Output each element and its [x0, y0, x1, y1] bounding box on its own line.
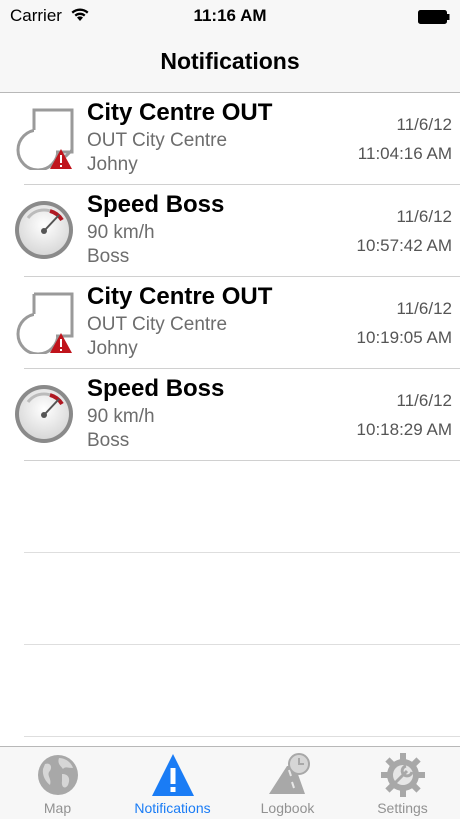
notifications-list[interactable]: City Centre OUT OUT City Centre Johny 11…	[0, 93, 460, 461]
clock: 11:16 AM	[193, 6, 267, 25]
notification-date: 11/6/12	[396, 115, 452, 134]
notification-date: 11/6/12	[396, 299, 452, 318]
navigation-bar: Notifications	[0, 34, 460, 93]
notification-detail: 90 km/h	[87, 406, 155, 427]
tab-label: Notifications	[134, 800, 211, 816]
road-clock-icon	[265, 752, 311, 798]
notification-title: Speed Boss	[87, 191, 225, 218]
tab-label: Map	[43, 800, 72, 816]
tab-notifications[interactable]: Notifications	[115, 747, 230, 819]
zone-alert-icon	[12, 290, 76, 356]
notification-title: Speed Boss	[87, 375, 225, 402]
globe-icon	[35, 752, 81, 798]
warning-icon	[150, 752, 196, 798]
notification-detail: 90 km/h	[87, 222, 155, 243]
notification-title: City Centre OUT	[87, 283, 273, 310]
notification-time: 10:18:29 AM	[356, 420, 452, 439]
page-title: Notifications	[160, 48, 300, 74]
speedometer-icon	[12, 382, 76, 446]
tab-label: Settings	[377, 800, 428, 816]
notification-driver: Johny	[87, 338, 138, 359]
empty-row-divider	[24, 644, 460, 645]
gear-wrench-icon	[380, 752, 426, 798]
tab-logbook[interactable]: Logbook	[230, 747, 345, 819]
notification-detail: OUT City Centre	[87, 314, 228, 335]
notification-driver: Boss	[87, 246, 130, 267]
zone-alert-icon	[12, 106, 76, 172]
notification-time: 11:04:16 AM	[357, 144, 452, 163]
tab-label: Logbook	[260, 800, 315, 816]
tab-bar: Map Notifications Logbook Settings	[0, 746, 460, 819]
notification-time: 10:19:05 AM	[356, 328, 452, 347]
list-item[interactable]: City Centre OUT OUT City Centre Johny 11…	[16, 93, 460, 185]
tab-map[interactable]: Map	[0, 747, 115, 819]
empty-row-divider	[24, 552, 460, 553]
list-item[interactable]: Speed Boss 90 km/h Boss 11/6/12 10:18:29…	[15, 369, 460, 461]
notification-time: 10:57:42 AM	[356, 236, 452, 255]
notification-driver: Johny	[87, 154, 138, 175]
notification-date: 11/6/12	[396, 207, 452, 226]
tab-settings[interactable]: Settings	[345, 747, 460, 819]
battery-icon	[418, 9, 450, 24]
empty-row-divider	[24, 736, 460, 737]
status-bar: Carrier 11:16 AM	[0, 0, 460, 34]
list-item[interactable]: City Centre OUT OUT City Centre Johny 11…	[16, 277, 460, 369]
notification-title: City Centre OUT	[87, 99, 273, 126]
notification-driver: Boss	[87, 430, 130, 451]
list-item[interactable]: Speed Boss 90 km/h Boss 11/6/12 10:57:42…	[15, 185, 460, 277]
notification-date: 11/6/12	[396, 391, 452, 410]
notification-detail: OUT City Centre	[87, 130, 228, 151]
speedometer-icon	[12, 198, 76, 262]
